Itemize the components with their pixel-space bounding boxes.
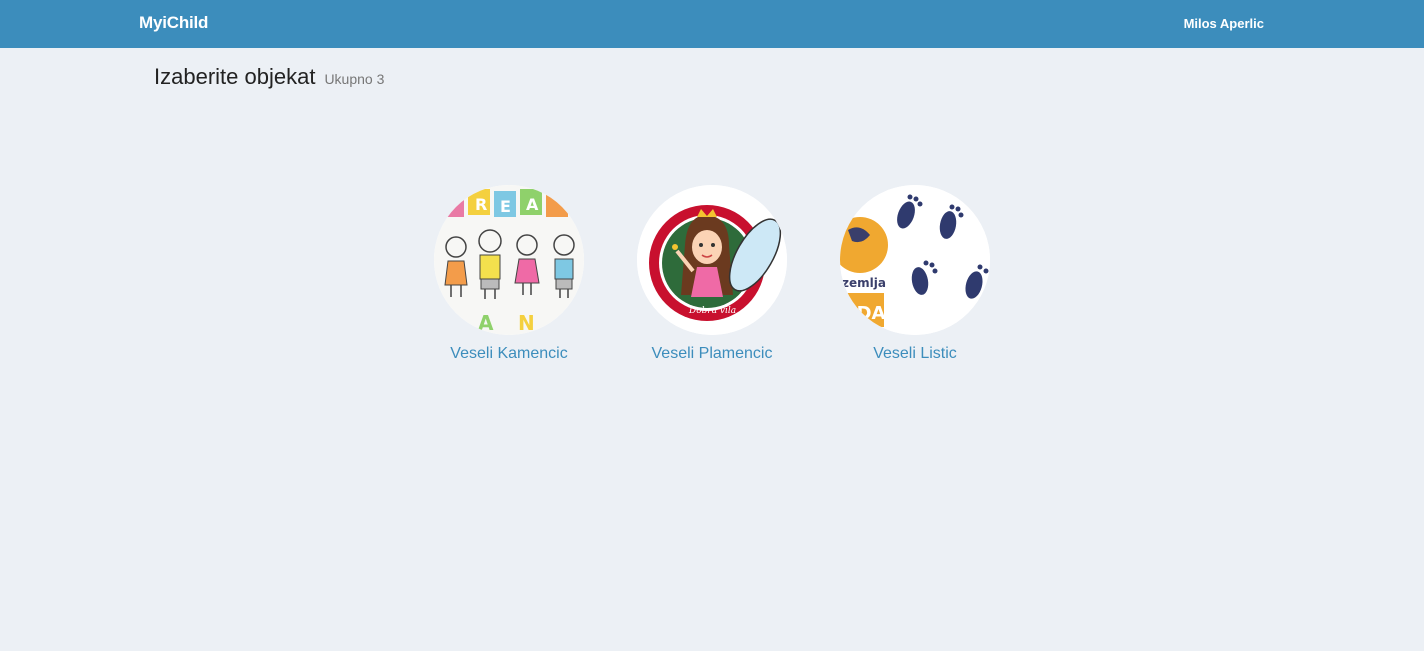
svg-text:UDA: UDA [842,303,886,324]
object-card-veseli-listic[interactable]: zemlja UDA Veseli Listic [840,185,990,363]
fairy-girl-logo[interactable]: Dobra vila [637,185,787,335]
svg-text:Dobra vila: Dobra vila [688,306,736,316]
top-navbar: MyiChild Milos Aperlic [0,0,1424,48]
svg-text:zemlja: zemlja [842,276,886,290]
object-card-veseli-kamencic[interactable]: R E A A N Veseli Kamencic [434,185,584,363]
page-subtitle: Ukupno 3 [324,71,385,87]
children-drawing-logo[interactable]: R E A A N [434,185,584,335]
object-name[interactable]: Veseli Kamencic [450,345,567,363]
object-list: R E A A N Veseli Kamencic Dobra vila Ves… [0,185,1424,363]
object-name[interactable]: Veseli Plamencic [652,345,773,363]
svg-text:N: N [518,311,535,335]
svg-text:E: E [500,197,511,216]
page-title: Izaberite objekat [154,64,316,89]
object-name[interactable]: Veseli Listic [873,345,957,363]
svg-text:A: A [478,311,494,335]
page-header: Izaberite objekat Ukupno 3 [154,64,384,90]
object-card-veseli-plamencic[interactable]: Dobra vila Veseli Plamencic [637,185,787,363]
user-menu[interactable]: Milos Aperlic [1184,16,1264,31]
svg-text:A: A [526,195,539,214]
brand-logo[interactable]: MyiChild [139,13,208,33]
footprints-logo[interactable]: zemlja UDA [840,185,990,335]
svg-text:R: R [475,195,487,214]
